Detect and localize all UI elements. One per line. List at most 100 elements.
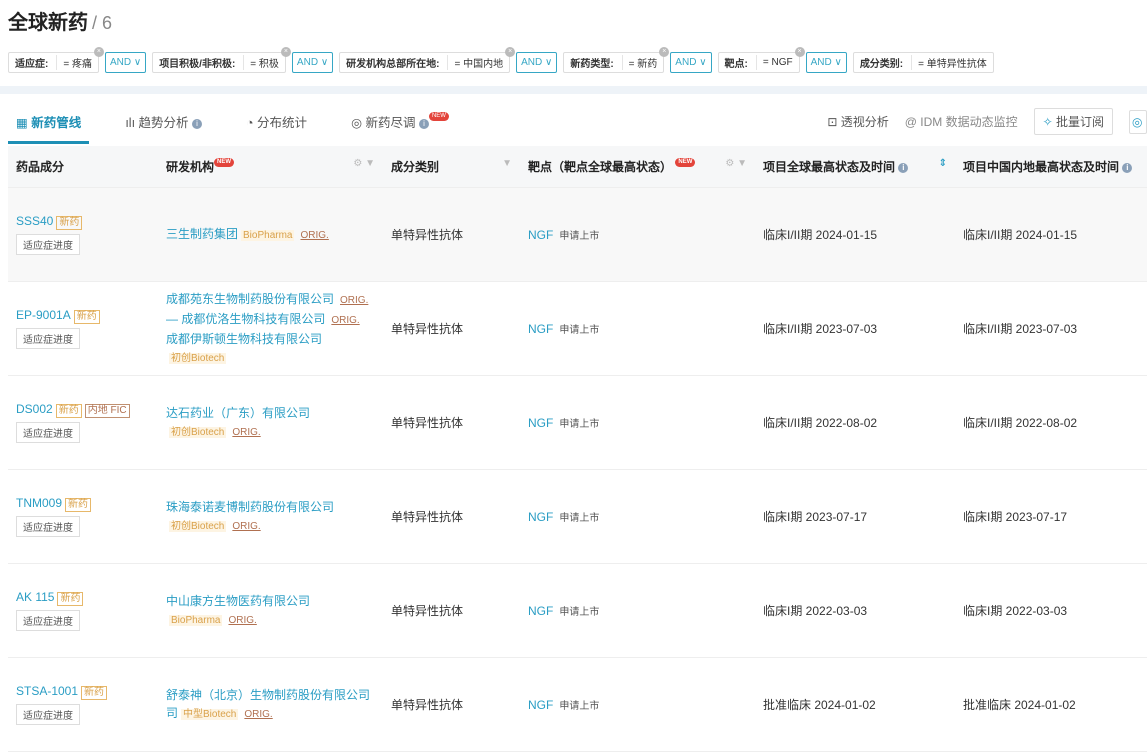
indication-progress-button[interactable]: 适应症进度 — [16, 234, 80, 255]
drug-link[interactable]: DS002 — [16, 402, 53, 416]
indication-progress-button[interactable]: 适应症进度 — [16, 610, 80, 631]
col-drug[interactable]: 药品成分 — [8, 158, 158, 175]
and-operator-select[interactable]: AND ∨ — [670, 52, 712, 73]
remove-icon[interactable]: × — [280, 47, 291, 57]
tab-label: 新药尽调 — [365, 116, 416, 130]
table-row[interactable]: DS002 新药 内地 FIC 适应症进度 达石药业（广东）有限公司 初创Biotech… — [8, 376, 1147, 470]
bar-chart-icon: ılı — [125, 116, 139, 130]
table-row[interactable]: EP-9001A 新药 适应症进度 成都苑东生物制药股份有限公司 ORIG. — 成都优… — [8, 282, 1147, 376]
indication-progress-button[interactable]: 适应症进度 — [16, 516, 80, 537]
filter-value: = 疼痛 — [63, 59, 92, 70]
filter-icon[interactable]: ▼ — [502, 158, 512, 169]
filter-chip[interactable]: 靶点: = NGF × — [717, 47, 805, 73]
org-link[interactable]: 三生制药集团 — [166, 227, 238, 241]
table-header: 药品成分 研发机构 NEW ⚙ ▼ 成分类别 ▼ 靶点（靶点全球最高状态） NEW ⚙ … — [8, 146, 1147, 188]
drug-link[interactable]: SSS40 — [16, 214, 53, 228]
pie-icon: ◔ — [246, 116, 258, 130]
table-row[interactable]: AK 115 新药 适应症进度 中山康方生物医药有限公司 BioPharma ORIG.… — [8, 564, 1147, 658]
drug-link[interactable]: EP-9001A — [16, 308, 71, 322]
and-operator-select[interactable]: AND ∨ — [516, 52, 558, 73]
new-badge: NEW — [428, 112, 449, 121]
org-line: — 成都优洛生物科技有限公司 ORIG. — [166, 310, 383, 330]
col-global-status[interactable]: 项目全球最高状态及时间 i ⇕ — [755, 158, 955, 175]
col-target[interactable]: 靶点（靶点全球最高状态） NEW ⚙ ▼ — [520, 158, 755, 175]
new-badge: NEW — [675, 158, 696, 167]
col-label: 靶点（靶点全球最高状态） — [528, 160, 673, 174]
filter-chip[interactable]: 研发机构总部所在地: = 中国内地 × — [339, 47, 516, 73]
tab-distribution[interactable]: ◔ 分布统计 — [238, 108, 315, 144]
global-status-cell: 批准临床 2024-01-02 — [763, 698, 876, 712]
target-link[interactable]: NGF — [528, 322, 553, 336]
remove-icon[interactable]: × — [659, 47, 670, 57]
drug-tag: 新药 — [81, 686, 108, 700]
col-org[interactable]: 研发机构 NEW ⚙ ▼ — [158, 158, 383, 175]
table-row[interactable]: TNM009 新药 适应症进度 珠海泰诺麦博制药股份有限公司 初创Biotech ORI… — [8, 470, 1147, 564]
orig-badge[interactable]: ORIG. — [340, 295, 368, 306]
filter-label: 成分类别: — [860, 55, 913, 70]
orig-badge[interactable]: ORIG. — [244, 709, 272, 720]
org-meta: 初创Biotech ORIG. — [166, 516, 383, 536]
orig-badge[interactable]: ORIG. — [232, 521, 260, 532]
org-link[interactable]: 司 — [166, 706, 178, 720]
filter-icon[interactable]: ⚙ ▼ — [353, 158, 375, 169]
target-link[interactable]: NGF — [528, 604, 553, 618]
tab-pipeline[interactable]: ▦ 新药管线 — [8, 108, 90, 144]
filter-chip[interactable]: 成分类别: = 单特异性抗体 — [852, 52, 994, 73]
org-link[interactable]: 中山康方生物医药有限公司 — [166, 594, 310, 608]
remove-icon[interactable]: × — [93, 47, 104, 57]
org-link[interactable]: 珠海泰诺麦博制药股份有限公司 — [166, 500, 334, 514]
indication-progress-button[interactable]: 适应症进度 — [16, 328, 80, 349]
target-cell: NGF 申请上市 — [520, 697, 755, 712]
bulk-subscribe-button[interactable]: ✧ 批量订阅 — [1033, 108, 1113, 135]
org-link[interactable]: 舒泰神（北京）生物制药股份有限公司 — [166, 688, 370, 702]
target-link[interactable]: NGF — [528, 228, 553, 242]
table-row[interactable]: STSA-1001 新药 适应症进度 舒泰神（北京）生物制药股份有限公司司中型Bio… — [8, 658, 1147, 752]
target-link[interactable]: NGF — [528, 416, 553, 430]
filter-label: 新药类型: — [570, 55, 623, 70]
table-row[interactable]: SSS40 新药 适应症进度 三生制药集团 BioPharma ORIG. 单特异性抗体… — [8, 188, 1147, 282]
indication-progress-button[interactable]: 适应症进度 — [16, 422, 80, 443]
indication-progress-button[interactable]: 适应症进度 — [16, 704, 80, 725]
global-status-cell: 临床I/II期 2023-07-03 — [763, 322, 878, 336]
idm-monitor-button[interactable]: @ IDM 数据动态监控 — [905, 113, 1018, 130]
orig-badge[interactable]: ORIG. — [228, 615, 256, 626]
drug-link[interactable]: STSA-1001 — [16, 684, 78, 698]
china-status-cell: 临床I期 2022-03-03 — [963, 604, 1068, 618]
drug-link[interactable]: AK 115 — [16, 590, 54, 604]
china-status-cell: 临床I/II期 2024-01-15 — [963, 228, 1078, 242]
org-link[interactable]: — 成都优洛生物科技有限公司 — [166, 312, 325, 326]
target-link[interactable]: NGF — [528, 510, 553, 524]
filter-value: = 积极 — [250, 59, 279, 70]
drug-tag: 内地 FIC — [84, 404, 130, 418]
more-button[interactable]: ◎ — [1129, 109, 1147, 134]
and-operator-select[interactable]: AND ∨ — [291, 52, 334, 73]
filter-value: = 新药 — [628, 59, 658, 70]
and-operator-select[interactable]: AND ∨ — [805, 52, 847, 73]
col-category[interactable]: 成分类别 ▼ — [383, 158, 520, 175]
sort-icon[interactable]: ⇕ — [939, 158, 947, 169]
target-cell: NGF 申请上市 — [520, 603, 755, 618]
target-status: 申请上市 — [559, 419, 600, 430]
org-link[interactable]: 达石药业（广东）有限公司 — [166, 406, 310, 420]
and-operator-select[interactable]: AND ∨ — [104, 52, 147, 73]
category-cell: 单特异性抗体 — [391, 416, 464, 430]
tab-due-diligence[interactable]: ◎ 新药尽调 iNEW — [343, 108, 457, 144]
org-link[interactable]: 成都伊斯顿生物科技有限公司 — [166, 332, 322, 346]
target-link[interactable]: NGF — [528, 698, 553, 712]
info-icon: i — [898, 162, 909, 173]
tab-trend[interactable]: ılı 趋势分析 i — [117, 108, 210, 144]
filter-chip[interactable]: 适应症: = 疼痛 × — [8, 47, 104, 73]
remove-icon[interactable]: × — [505, 47, 516, 57]
orig-badge[interactable]: ORIG. — [331, 315, 359, 326]
col-label: 项目全球最高状态及时间 — [763, 160, 896, 174]
filter-chip[interactable]: 新药类型: = 新药 × — [563, 47, 670, 73]
orig-badge[interactable]: ORIG. — [232, 427, 260, 438]
remove-icon[interactable]: × — [794, 47, 805, 57]
pivot-button[interactable]: ⊡ 透视分析 — [827, 113, 888, 130]
col-china-status[interactable]: 项目中国内地最高状态及时间 i — [955, 158, 1147, 175]
filter-icon[interactable]: ⚙ ▼ — [725, 158, 747, 169]
org-link[interactable]: 成都苑东生物制药股份有限公司 — [166, 292, 334, 306]
orig-badge[interactable]: ORIG. — [300, 230, 328, 241]
filter-chip[interactable]: 项目积极/非积极: = 积极 × — [152, 47, 291, 73]
drug-link[interactable]: TNM009 — [16, 496, 62, 510]
